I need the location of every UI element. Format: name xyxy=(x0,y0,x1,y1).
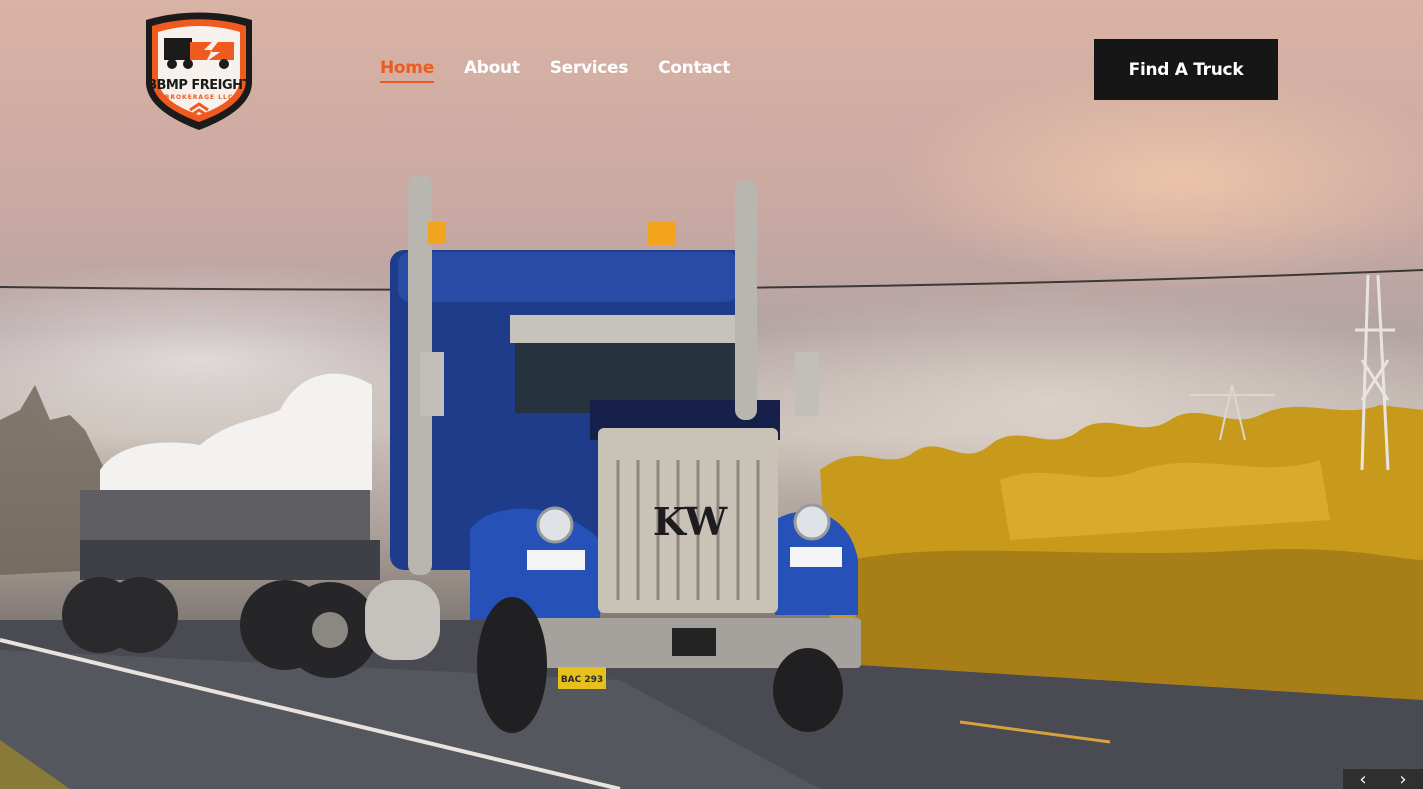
headlight-left xyxy=(536,506,574,544)
chevron-right-icon[interactable]: › xyxy=(1383,769,1423,789)
tow-hook xyxy=(672,628,716,656)
nav-home-link[interactable]: Home xyxy=(380,58,434,83)
license-plate-text: BAC 293 xyxy=(561,675,603,685)
slider-controls: ‹ › xyxy=(1343,769,1423,789)
trailer-frame xyxy=(80,540,380,580)
brand-logo[interactable]: BBMP FREIGHT BROKERAGE LLC xyxy=(140,12,258,130)
chevron-left-icon[interactable]: ‹ xyxy=(1343,769,1383,789)
exhaust-stack-right xyxy=(735,180,757,420)
truck-roof xyxy=(398,252,738,302)
amber-light-right xyxy=(648,222,676,246)
mirror-right xyxy=(795,352,819,416)
nav-about-link[interactable]: About xyxy=(464,58,520,83)
lamp-right xyxy=(790,547,842,567)
grille-badge: KW xyxy=(653,499,729,544)
nav-contact-link[interactable]: Contact xyxy=(658,58,730,83)
amber-light-left xyxy=(428,222,446,244)
truck-sun-visor xyxy=(510,315,735,343)
brand-name: BBMP FREIGHT xyxy=(147,78,251,93)
find-a-truck-button[interactable]: Find A Truck xyxy=(1094,39,1278,100)
main-nav: Home About Services Contact xyxy=(380,58,760,83)
headlight-right xyxy=(793,503,831,541)
mirror-left xyxy=(420,352,444,416)
truck-wheel-front-left xyxy=(477,597,547,733)
truck-wheel-front-right xyxy=(773,648,843,732)
nav-services-link[interactable]: Services xyxy=(550,58,629,83)
fuel-tank xyxy=(365,580,440,660)
brand-tagline: BROKERAGE LLC xyxy=(164,94,234,101)
trailer-wheel-2 xyxy=(102,577,178,653)
shield-logo-icon xyxy=(146,12,252,130)
lamp-left xyxy=(527,550,585,570)
